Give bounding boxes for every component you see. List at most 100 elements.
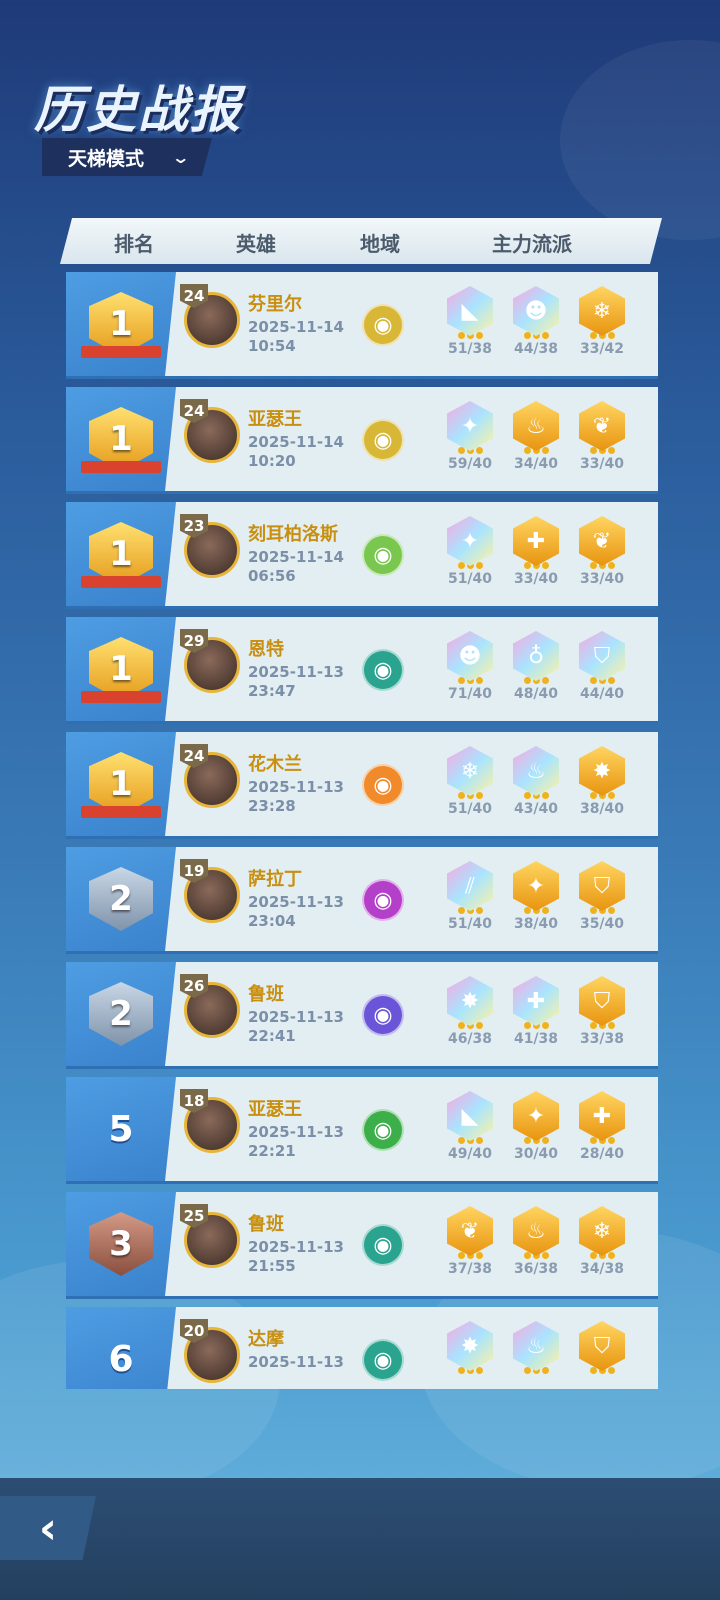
faction-item[interactable]: ❦ 33/40 — [576, 516, 628, 587]
faction-item[interactable]: ✸ 38/40 — [576, 746, 628, 817]
face-icon: ☻ — [447, 631, 493, 681]
faction-item[interactable]: ⛉ 35/40 — [576, 861, 628, 932]
sword-burst-icon: ✸ — [447, 1321, 493, 1371]
header-rank: 排名 — [114, 232, 154, 256]
faction-item[interactable]: ❦ 33/40 — [576, 401, 628, 472]
cross-icon: ✚ — [579, 1091, 625, 1141]
back-button[interactable]: ‹ — [0, 1496, 96, 1560]
faction-item[interactable]: ☻ 44/38 — [510, 286, 562, 357]
match-date: 2025-11-13 — [248, 778, 344, 796]
flame-icon: ♨ — [513, 746, 559, 796]
rank-number: 2 — [109, 879, 133, 919]
spiral-icon[interactable]: ◉ — [362, 304, 404, 346]
claw-icon: ⫽ — [447, 861, 493, 911]
faction-item[interactable]: ⛉ — [576, 1321, 628, 1376]
rank-cell: 1 — [66, 387, 176, 491]
match-row[interactable]: 1 24 花木兰 2025-11-13 23:28 ◉ ❄ 51/40 ♨ 43… — [66, 732, 658, 839]
faction-item[interactable]: ✦ 59/40 — [444, 401, 496, 472]
faction-item[interactable]: ☻ 71/40 — [444, 631, 496, 702]
match-row[interactable]: 1 24 芬里尔 2025-11-14 10:54 ◉ ◣ 51/38 ☻ 44… — [66, 272, 658, 379]
pentagram-icon[interactable]: ◉ — [362, 534, 404, 576]
faction-count: 33/40 — [513, 571, 559, 587]
tree-icon[interactable]: ◉ — [362, 1224, 404, 1266]
hero-name: 芬里尔 — [248, 294, 302, 315]
faction-item[interactable]: ✸ 46/38 — [444, 976, 496, 1047]
spiral-icon[interactable]: ◉ — [362, 419, 404, 461]
faction-item[interactable]: ✚ 33/40 — [510, 516, 562, 587]
mode-dropdown[interactable]: 天梯模式 ⌄ — [42, 138, 212, 176]
faction-item[interactable]: ❦ 37/38 — [444, 1206, 496, 1277]
match-row[interactable]: 1 23 刻耳柏洛斯 2025-11-14 06:56 ◉ ✦ 51/40 ✚ … — [66, 502, 658, 609]
match-time: 22:21 — [248, 1142, 296, 1160]
hero-name: 亚瑟王 — [248, 409, 302, 430]
faction-item[interactable]: ❄ 34/38 — [576, 1206, 628, 1277]
faction-count: 28/40 — [579, 1146, 625, 1162]
faction-item[interactable]: ❄ 33/42 — [576, 286, 628, 357]
hero-name: 花木兰 — [248, 754, 302, 775]
hero-name: 恩特 — [248, 639, 284, 660]
sprout-icon[interactable]: ◉ — [362, 1109, 404, 1151]
match-time: 22:41 — [248, 1027, 296, 1045]
faction-item[interactable]: ✚ 28/40 — [576, 1091, 628, 1162]
faction-item[interactable]: ⛉ 44/40 — [576, 631, 628, 702]
leaf-icon: ❦ — [579, 516, 625, 566]
faction-item[interactable]: ◣ 51/38 — [444, 286, 496, 357]
faction-count: 36/38 — [513, 1261, 559, 1277]
match-time: 10:20 — [248, 452, 296, 470]
shield-icon: ⛉ — [579, 631, 625, 681]
match-date: 2025-11-13 — [248, 893, 344, 911]
faction-item[interactable]: ♨ — [510, 1321, 562, 1376]
rank-cell: 5 — [66, 1077, 176, 1181]
match-row[interactable]: 1 24 亚瑟王 2025-11-14 10:20 ◉ ✦ 59/40 ♨ 34… — [66, 387, 658, 494]
faction-item[interactable]: ◣ 49/40 — [444, 1091, 496, 1162]
match-row[interactable]: 2 26 鲁班 2025-11-13 22:41 ◉ ✸ 46/38 ✚ 41/… — [66, 962, 658, 1069]
boot-icon: ◣ — [447, 286, 493, 336]
match-time: 23:28 — [248, 797, 296, 815]
table-header: 排名 英雄 地域 主力流派 — [60, 218, 662, 264]
match-row[interactable]: 6 20 达摩 2025-11-13 ◉ ✸ ♨ ⛉ — [66, 1307, 658, 1389]
torii-icon[interactable]: ◉ — [362, 764, 404, 806]
eye-icon[interactable]: ◉ — [362, 994, 404, 1036]
rank-cell: 1 — [66, 732, 176, 836]
faction-item[interactable]: ✚ 41/38 — [510, 976, 562, 1047]
faction-item[interactable]: ♨ 43/40 — [510, 746, 562, 817]
leaf-icon: ❦ — [447, 1206, 493, 1256]
ribbon-decoration — [81, 806, 161, 818]
match-row[interactable]: 1 29 恩特 2025-11-13 23:47 ◉ ☻ 71/40 ♁ 48/… — [66, 617, 658, 724]
ribbon-decoration — [81, 346, 161, 358]
potion-icon: ♁ — [513, 631, 559, 681]
match-date: 2025-11-13 — [248, 663, 344, 681]
faction-item[interactable]: ✦ 51/40 — [444, 516, 496, 587]
ribbon-decoration — [81, 461, 161, 473]
match-list[interactable]: 1 24 芬里尔 2025-11-14 10:54 ◉ ◣ 51/38 ☻ 44… — [66, 272, 658, 1389]
shield-icon: ⛉ — [579, 1321, 625, 1371]
match-date: 2025-11-13 — [248, 1353, 344, 1371]
sparkle-icon: ✦ — [447, 401, 493, 451]
ribbon-decoration — [81, 576, 161, 588]
rank-cell: 1 — [66, 502, 176, 606]
match-time: 06:56 — [248, 567, 296, 585]
faction-item[interactable]: ✦ 38/40 — [510, 861, 562, 932]
chevron-down-icon: ⌄ — [171, 147, 191, 167]
match-row[interactable]: 3 25 鲁班 2025-11-13 21:55 ◉ ❦ 37/38 ♨ 36/… — [66, 1192, 658, 1299]
faction-item[interactable]: ✸ — [444, 1321, 496, 1376]
match-date: 2025-11-14 — [248, 548, 344, 566]
faction-item[interactable]: ⫽ 51/40 — [444, 861, 496, 932]
match-row[interactable]: 5 18 亚瑟王 2025-11-13 22:21 ◉ ◣ 49/40 ✦ 30… — [66, 1077, 658, 1184]
tree-icon[interactable]: ◉ — [362, 1339, 404, 1381]
match-row[interactable]: 2 19 萨拉丁 2025-11-13 23:04 ◉ ⫽ 51/40 ✦ 38… — [66, 847, 658, 954]
gear-icon[interactable]: ◉ — [362, 879, 404, 921]
boot-icon: ◣ — [447, 1091, 493, 1141]
faction-item[interactable]: ♨ 34/40 — [510, 401, 562, 472]
faction-item[interactable]: ♨ 36/38 — [510, 1206, 562, 1277]
faction-count: 34/40 — [513, 456, 559, 472]
faction-count: 51/40 — [447, 571, 493, 587]
faction-item[interactable]: ♁ 48/40 — [510, 631, 562, 702]
faction-item[interactable]: ❄ 51/40 — [444, 746, 496, 817]
snowflake-icon: ❄ — [447, 746, 493, 796]
tree-icon[interactable]: ◉ — [362, 649, 404, 691]
rank-number: 1 — [109, 419, 133, 459]
faction-item[interactable]: ⛉ 33/38 — [576, 976, 628, 1047]
faction-count: 34/38 — [579, 1261, 625, 1277]
faction-item[interactable]: ✦ 30/40 — [510, 1091, 562, 1162]
